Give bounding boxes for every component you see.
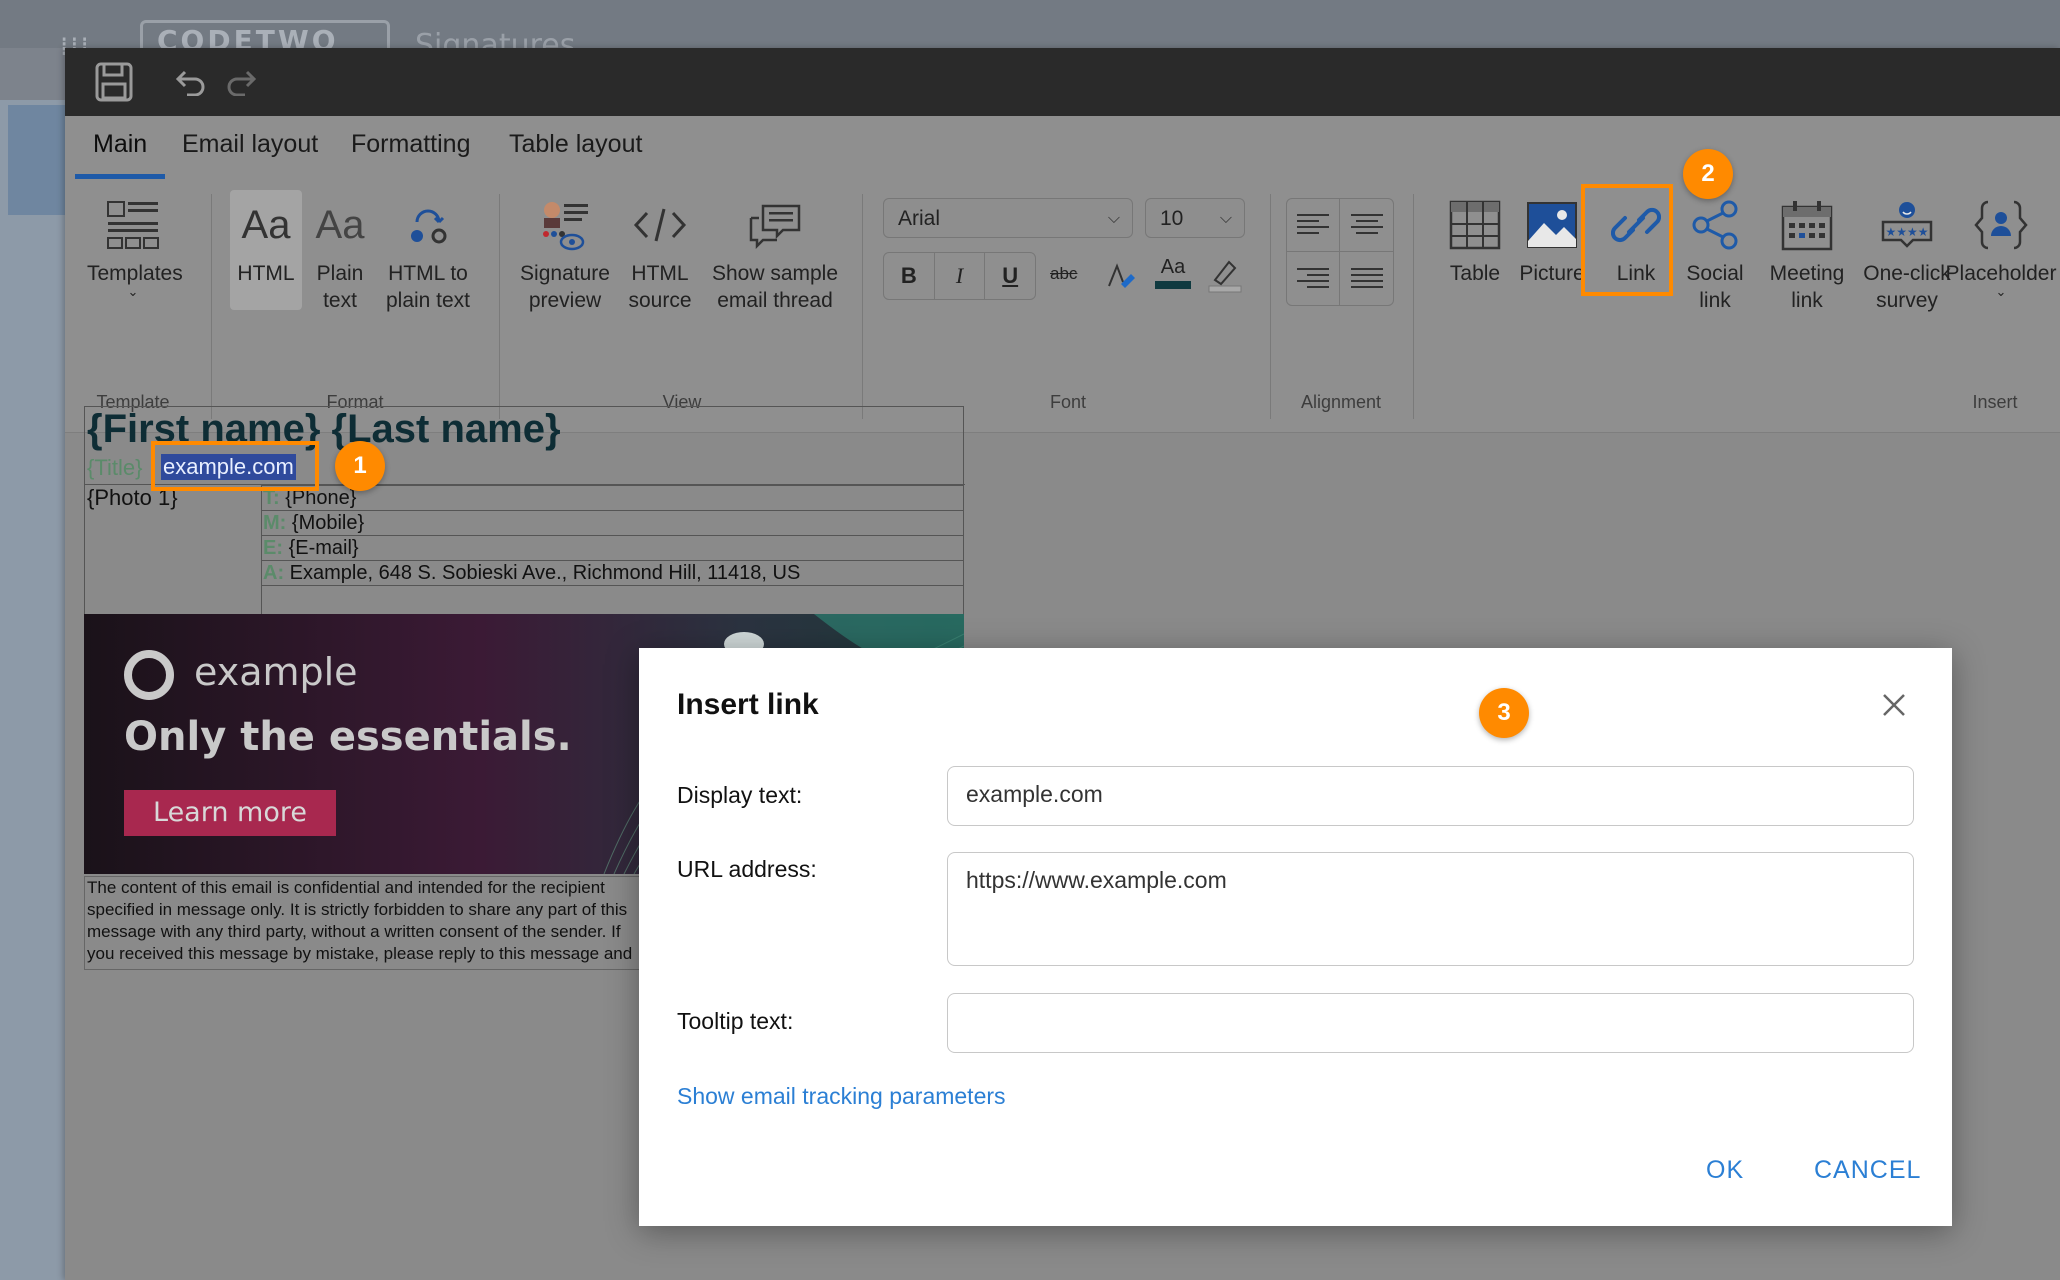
save-icon[interactable] [95, 62, 133, 102]
show-email-tracking-parameters-link[interactable]: Show email tracking parameters [677, 1083, 1006, 1110]
callout-link-highlight [1581, 184, 1673, 296]
display-text-input[interactable]: example.com [947, 766, 1914, 826]
align-center-icon[interactable] [1340, 199, 1393, 252]
bold-button[interactable]: B [884, 253, 935, 299]
ok-button[interactable]: OK [1706, 1156, 1744, 1185]
background-sidebar-item [8, 105, 66, 215]
tooltip-text-label: Tooltip text: [677, 1008, 794, 1034]
insert-picture-button[interactable]: Picture [1512, 190, 1592, 287]
ribbon-tabs: Main Email layout Formatting Table layou… [65, 116, 2060, 182]
strikethrough-button[interactable]: abc [1050, 264, 1077, 284]
chevron-down-icon: ⌄ [127, 284, 139, 299]
editor-titlebar [65, 48, 2060, 116]
callout-link-text-highlight [151, 441, 319, 491]
url-address-input[interactable]: https://www.example.com [947, 852, 1914, 966]
table-icon [1435, 190, 1515, 260]
signature-disclaimer[interactable]: The content of this email is confidentia… [84, 876, 644, 970]
group-label-alignment: Alignment [1300, 392, 1382, 412]
highlight-icon[interactable] [1207, 256, 1243, 298]
active-tab-indicator [75, 174, 165, 179]
plain-text-icon: Aa [315, 202, 365, 247]
ribbon-separator [211, 194, 212, 419]
tooltip-text-input[interactable] [947, 993, 1914, 1053]
insert-social-link-button[interactable]: Social link [1675, 190, 1755, 314]
alignment-grid [1286, 198, 1394, 306]
callout-badge-3: 3 [1479, 688, 1529, 738]
background-sidebar [0, 100, 65, 1280]
signature-preview-button[interactable]: Signature preview [517, 190, 613, 314]
tab-email-layout[interactable]: Email layout [182, 130, 318, 159]
banner-logo-icon [124, 650, 174, 700]
ribbon-separator [1413, 194, 1414, 419]
picture-icon [1512, 190, 1592, 260]
ribbon-separator [1270, 194, 1271, 419]
font-size-select[interactable]: 10 ⌵ [1145, 198, 1245, 238]
insert-placeholder-button[interactable]: Placeholder ⌄ [1945, 190, 2057, 297]
align-left-icon[interactable] [1287, 199, 1340, 252]
insert-table-button[interactable]: Table [1435, 190, 1515, 287]
placeholder-icon [1945, 190, 2057, 260]
close-icon[interactable] [1879, 690, 1909, 720]
survey-icon: ★★★★ [1855, 190, 1959, 260]
chevron-down-icon: ⌵ [1107, 210, 1120, 227]
banner-logo-text: example [194, 650, 358, 694]
signature-title[interactable]: {Title} [87, 455, 142, 481]
signature-address-line[interactable]: A: Example, 648 S. Sobieski Ave., Richmo… [261, 560, 964, 585]
tab-table-layout[interactable]: Table layout [509, 130, 642, 159]
banner-headline: Only the essentials. [124, 714, 572, 760]
underline-button[interactable]: U [985, 253, 1035, 299]
calendar-icon [1763, 190, 1851, 260]
html-to-plain-text-button[interactable]: HTML to plain text [378, 190, 478, 314]
text-style-group: B I U [883, 252, 1036, 300]
signature-email-line[interactable]: E: {E-mail} [261, 535, 964, 560]
signature-empty-line [261, 585, 964, 616]
redo-icon[interactable] [225, 68, 257, 96]
plain-text-button[interactable]: Aa Plain text [307, 190, 373, 314]
share-icon [1675, 190, 1755, 260]
email-thread-icon [705, 190, 845, 260]
show-sample-email-thread-button[interactable]: Show sample email thread [705, 190, 845, 314]
svg-text:★★★★: ★★★★ [1885, 225, 1928, 239]
callout-badge-2: 2 [1683, 149, 1733, 199]
insert-link-dialog: Insert link 3 Display text: example.com … [639, 648, 1952, 1226]
html-button[interactable]: Aa HTML [230, 190, 302, 310]
signature-preview-icon [517, 190, 613, 260]
convert-icon [378, 190, 478, 260]
font-color-button[interactable]: Aa [1155, 256, 1191, 289]
html-format-icon: Aa [241, 202, 291, 247]
callout-badge-1: 1 [335, 441, 385, 491]
signature-mobile-line[interactable]: M: {Mobile} [261, 510, 964, 535]
font-color-swatch [1155, 281, 1191, 289]
ribbon-separator [499, 194, 500, 419]
group-label-insert: Insert [1972, 392, 2018, 412]
url-address-label: URL address: [677, 856, 817, 882]
align-right-icon[interactable] [1287, 252, 1340, 305]
banner-learn-more-button[interactable]: Learn more [124, 790, 336, 836]
chevron-down-icon: ⌄ [1995, 284, 2007, 297]
tab-formatting[interactable]: Formatting [351, 130, 470, 159]
dialog-title: Insert link [677, 688, 819, 721]
templates-icon [87, 190, 179, 260]
signature-table: {First name} {Last name} {Title} example… [84, 406, 965, 617]
chevron-down-icon: ⌵ [1219, 210, 1232, 227]
templates-button[interactable]: Templates ⌄ [87, 190, 183, 299]
undo-icon[interactable] [175, 68, 207, 96]
clear-formatting-icon[interactable] [1105, 260, 1137, 296]
ribbon-separator [862, 194, 863, 419]
tab-main[interactable]: Main [93, 130, 147, 159]
italic-button[interactable]: I [935, 253, 986, 299]
align-justify-icon[interactable] [1340, 252, 1393, 305]
ribbon: Templates ⌄ Template Aa HTML Aa Plain te… [65, 182, 2060, 433]
code-icon [620, 190, 700, 260]
insert-one-click-survey-button[interactable]: ★★★★ One-click survey [1855, 190, 1959, 314]
font-family-select[interactable]: Arial ⌵ [883, 198, 1133, 238]
insert-meeting-link-button[interactable]: Meeting link [1763, 190, 1851, 314]
display-text-label: Display text: [677, 782, 803, 808]
cancel-button[interactable]: CANCEL [1814, 1156, 1921, 1185]
html-source-button[interactable]: HTML source [620, 190, 700, 314]
